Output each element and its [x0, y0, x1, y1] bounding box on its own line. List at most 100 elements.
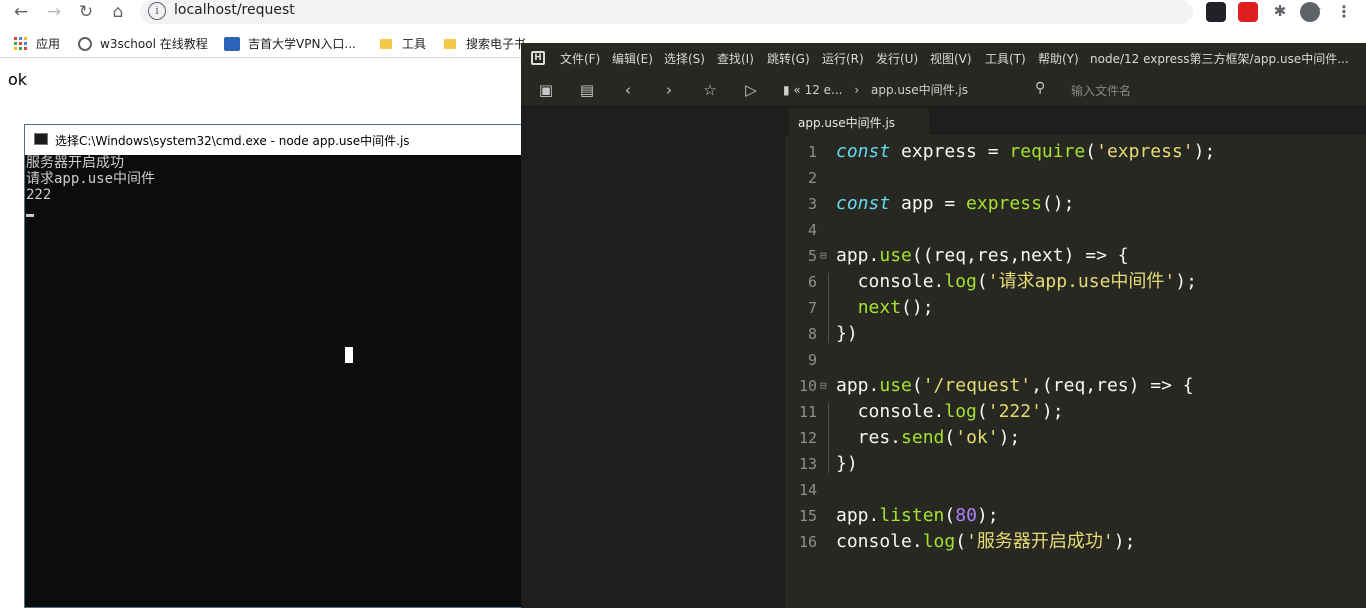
bookmark-vpn[interactable]: 吉首大学VPN入口... — [224, 35, 356, 52]
menu-edit[interactable]: 编辑(E) — [612, 50, 653, 67]
code-text: app.use('/request',(req,res) => { — [836, 375, 1194, 396]
forward-arrow-icon[interactable]: → — [43, 1, 65, 23]
code-text: console.log('请求app.use中间件'); — [836, 271, 1197, 292]
line-number: 15 — [798, 507, 817, 525]
editor-toolbar: ▣ ▤ ‹ › ☆ ▷ ▮ « 12 e... › app.use中间件.js … — [521, 73, 1366, 105]
menu-help[interactable]: 帮助(Y) — [1038, 50, 1079, 67]
new-file-icon[interactable]: ▣ — [537, 81, 555, 99]
save-icon[interactable]: ▤ — [578, 81, 596, 99]
line-number: 7 — [807, 299, 817, 317]
folder-icon — [444, 38, 456, 49]
file-search-input[interactable]: ⚲ 输入文件名 — [1031, 80, 1331, 100]
menu-find[interactable]: 查找(I) — [717, 50, 754, 67]
mouse-cursor-icon — [345, 347, 353, 363]
menu-select[interactable]: 选择(S) — [664, 50, 705, 67]
code-text: app.listen(80); — [836, 505, 999, 526]
breadcrumb: ▮ « 12 e... › app.use中间件.js — [783, 81, 968, 98]
bookmark-w3school[interactable]: w3school 在线教程 — [78, 35, 208, 52]
code-text: }) — [836, 453, 858, 474]
menu-publish[interactable]: 发行(U) — [876, 50, 918, 67]
forward-icon[interactable]: › — [660, 81, 678, 99]
more-menu-icon[interactable]: ⋮ — [1334, 2, 1354, 22]
breadcrumb-folder[interactable]: 12 e... — [805, 83, 843, 97]
menu-view[interactable]: 视图(V) — [930, 50, 972, 67]
code-line[interactable]: 13}) — [785, 451, 1366, 477]
menu-goto[interactable]: 跳转(G) — [767, 50, 810, 67]
fold-toggle-icon[interactable]: ⊟ — [820, 373, 827, 399]
menu-tools[interactable]: 工具(T) — [985, 50, 1026, 67]
code-text: app.use((req,res,next) => { — [836, 245, 1129, 266]
url-text[interactable]: localhost/request — [174, 2, 295, 18]
code-line[interactable]: 10 ⊟ app.use('/request',(req,res) => { — [785, 373, 1366, 399]
file-search-icon: ⚲ — [1035, 80, 1046, 96]
address-bar[interactable]: i localhost/request ☆ — [140, 0, 1322, 24]
code-line[interactable]: 12 res.send('ok'); — [785, 425, 1366, 451]
apps-grid-icon — [14, 36, 28, 51]
code-line[interactable]: 9 — [785, 347, 1366, 373]
editor-sidebar — [521, 105, 785, 608]
menu-file[interactable]: 文件(F) — [560, 50, 600, 67]
reload-icon[interactable]: ↻ — [75, 1, 97, 23]
chevron-right-icon: › — [854, 83, 860, 97]
bookmark-apps[interactable]: 应用 — [14, 35, 60, 52]
line-number: 1 — [807, 143, 817, 161]
back-arrow-icon[interactable]: ← — [10, 1, 32, 23]
folder-icon: ▮ « — [783, 83, 805, 97]
browser-toolbar: ← → ↻ ⌂ i localhost/request ☆ ✱ ⋮ — [0, 0, 1366, 26]
cmd-app-icon — [34, 133, 48, 145]
editor-menubar: H 文件(F) 编辑(E) 选择(S) 查找(I) 跳转(G) 运行(R) 发行… — [521, 43, 1366, 73]
line-number: 2 — [807, 169, 817, 187]
tab-app-use-js[interactable]: app.use中间件.js — [789, 108, 929, 135]
code-line[interactable]: 2 — [785, 165, 1366, 191]
run-icon[interactable]: ▷ — [742, 81, 760, 99]
page-response-text: ok — [8, 70, 28, 89]
youtube-extension-icon[interactable] — [1238, 2, 1258, 22]
vpn-icon — [224, 36, 240, 51]
code-line[interactable]: 14 — [785, 477, 1366, 503]
extension-icon[interactable] — [1206, 2, 1226, 22]
bookmark-label: w3school 在线教程 — [100, 37, 208, 51]
line-number: 13 — [798, 455, 817, 473]
line-number: 11 — [798, 403, 817, 421]
line-number: 3 — [807, 195, 817, 213]
file-search-placeholder: 输入文件名 — [1071, 84, 1132, 98]
code-line[interactable]: 8}) — [785, 321, 1366, 347]
bookmark-folder-tools[interactable]: 工具 — [380, 35, 426, 52]
hbuilder-logo-icon: H — [531, 51, 545, 65]
code-line[interactable]: 4 — [785, 217, 1366, 243]
code-editor[interactable]: 1 const express = require('express'); 2 3 co… — [785, 135, 1366, 608]
code-line[interactable]: 16 console.log('服务器开启成功'); — [785, 529, 1366, 555]
puzzle-icon[interactable]: ✱ — [1270, 2, 1290, 22]
line-number: 5 — [807, 247, 817, 265]
line-number: 10 — [798, 377, 817, 395]
line-number: 8 — [807, 325, 817, 343]
bookmark-label: 应用 — [36, 37, 61, 51]
code-line[interactable]: 11 console.log('222'); — [785, 399, 1366, 425]
line-number: 14 — [798, 481, 817, 499]
editor-tabbar: app.use中间件.js — [785, 105, 1366, 135]
info-icon[interactable]: i — [148, 2, 166, 20]
menu-run[interactable]: 运行(R) — [822, 50, 864, 67]
code-line[interactable]: 7 next(); — [785, 295, 1366, 321]
bookmark-label: 搜索电子书 — [466, 37, 527, 51]
code-line[interactable]: 6 console.log('请求app.use中间件'); — [785, 269, 1366, 295]
code-line[interactable]: 5 ⊟ app.use((req,res,next) => { — [785, 243, 1366, 269]
line-number: 4 — [807, 221, 817, 239]
code-text: const app = express(); — [836, 193, 1075, 214]
code-line[interactable]: 1 const express = require('express'); — [785, 139, 1366, 165]
home-icon[interactable]: ⌂ — [107, 1, 129, 23]
code-line[interactable]: 3 const app = express(); — [785, 191, 1366, 217]
code-text: next(); — [857, 297, 934, 318]
fold-toggle-icon[interactable]: ⊟ — [820, 243, 827, 269]
profile-avatar-icon[interactable] — [1300, 2, 1320, 22]
cmd-text-cursor — [26, 214, 34, 217]
editor-title-path: node/12 express第三方框架/app.use中间件... — [1090, 52, 1349, 66]
favorite-star-icon[interactable]: ☆ — [701, 81, 719, 99]
bookmark-folder-ebooks[interactable]: 搜索电子书 — [444, 35, 526, 52]
back-icon[interactable]: ‹ — [619, 81, 637, 99]
code-line[interactable]: 15 app.listen(80); — [785, 503, 1366, 529]
breadcrumb-file[interactable]: app.use中间件.js — [871, 83, 968, 97]
line-number: 9 — [807, 351, 817, 369]
bookmark-label: 吉首大学VPN入口... — [248, 37, 356, 51]
bookmark-label: 工具 — [402, 37, 427, 51]
